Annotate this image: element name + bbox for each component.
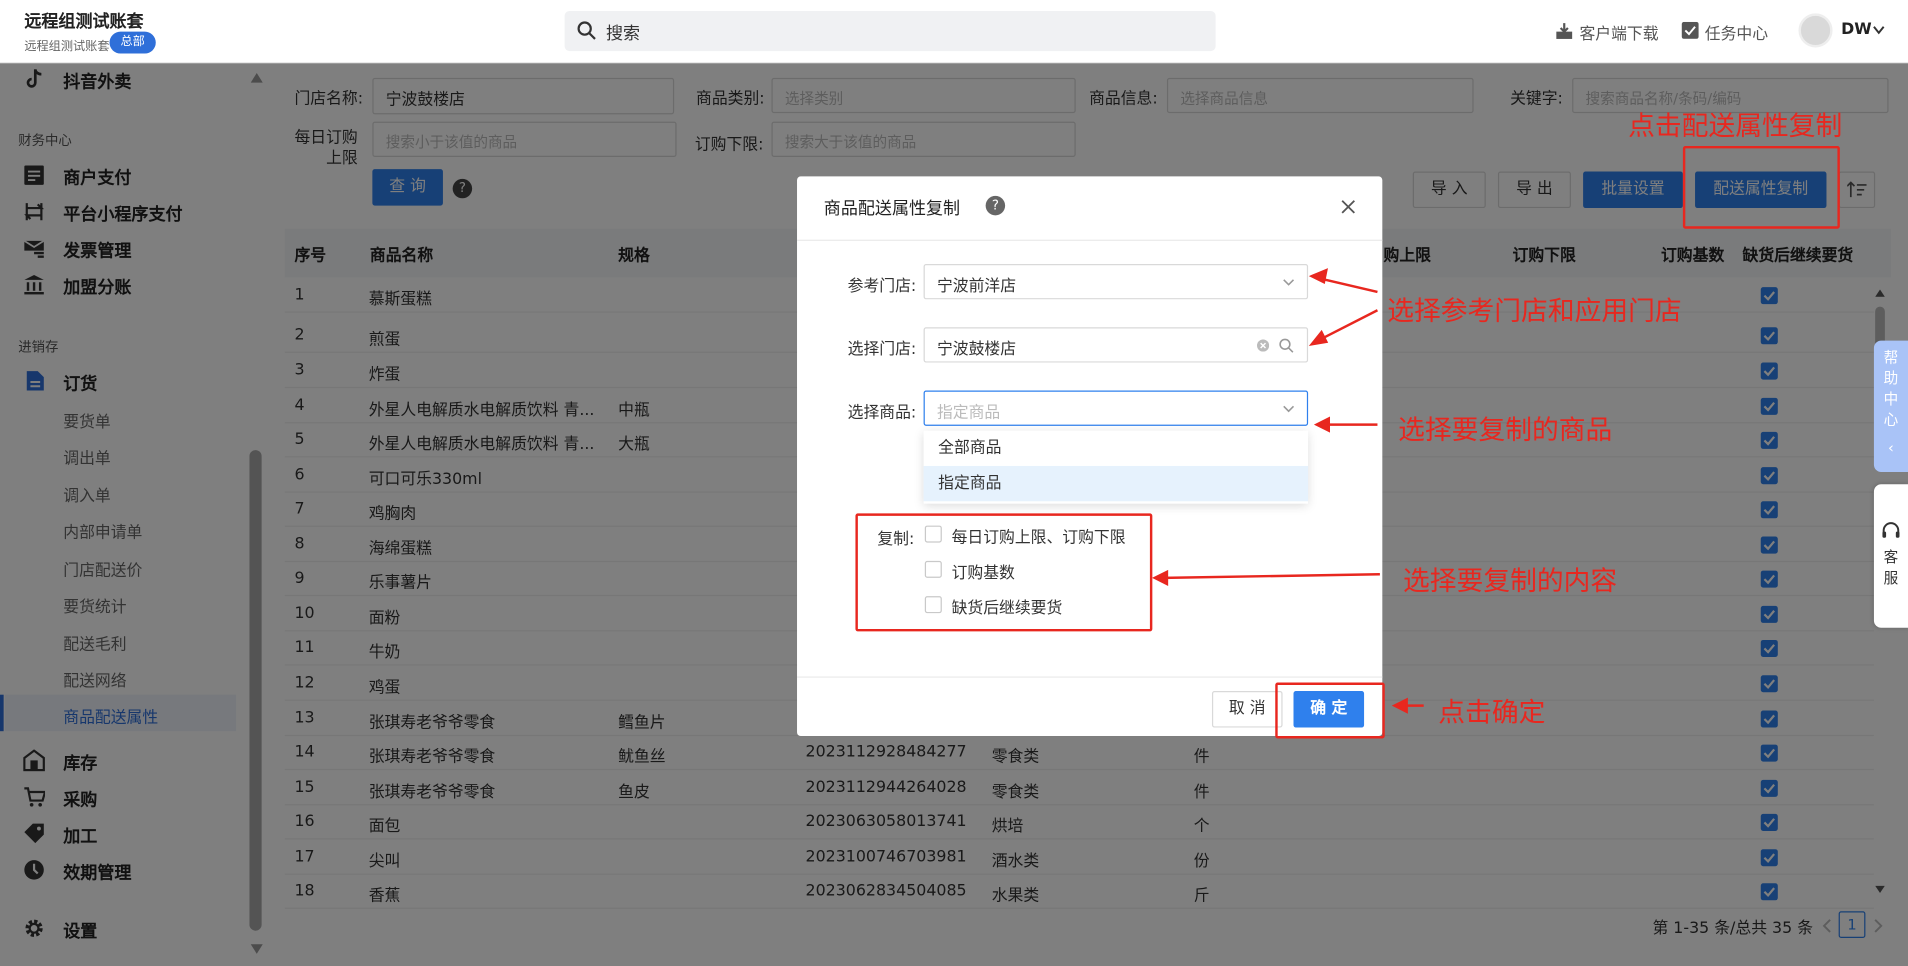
app-root: 远程组测试账套 远程组测试账套 总部 搜索 客户端下载 任务中心 DW 抖音外卖… <box>0 0 1908 966</box>
annotation-arrows <box>1152 268 1424 714</box>
